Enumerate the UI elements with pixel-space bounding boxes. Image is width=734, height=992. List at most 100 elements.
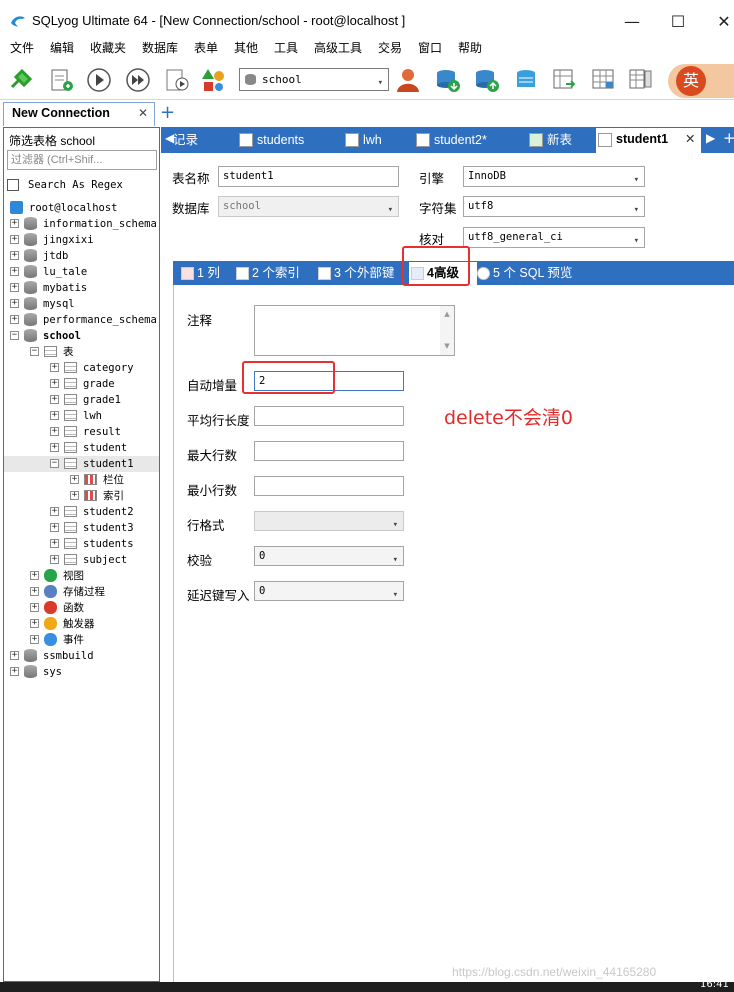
expand-icon[interactable]: + <box>10 315 19 324</box>
minimize-button[interactable]: — <box>612 8 652 36</box>
expand-icon[interactable]: + <box>30 603 39 612</box>
database-field[interactable]: school ▾ <box>218 196 399 217</box>
tree-database[interactable]: + information_schema <box>4 216 159 232</box>
tree-folder[interactable]: + 存储过程 <box>4 584 159 600</box>
add-tab-icon[interactable]: + <box>723 129 734 147</box>
schema-sync-icon[interactable] <box>628 67 654 93</box>
tree-database[interactable]: + mysql <box>4 296 159 312</box>
delay-key-write-select[interactable]: 0 ▾ <box>254 581 404 601</box>
expand-icon[interactable]: + <box>50 507 59 516</box>
expand-icon[interactable]: + <box>50 539 59 548</box>
execute-all-icon[interactable] <box>125 67 151 93</box>
tree-folder[interactable]: + 函数 <box>4 600 159 616</box>
import-data-icon[interactable] <box>552 67 578 93</box>
expand-icon[interactable]: + <box>50 363 59 372</box>
expand-icon[interactable]: + <box>50 427 59 436</box>
backup-database-icon[interactable] <box>435 67 461 93</box>
engine-select[interactable]: InnoDB ▾ <box>463 166 645 187</box>
connection-tab-close-icon[interactable]: ✕ <box>138 106 148 120</box>
tree-table[interactable]: + category <box>4 360 159 376</box>
avg-row-length-input[interactable] <box>254 406 404 426</box>
tree-table[interactable]: + student3 <box>4 520 159 536</box>
tree-root-connection[interactable]: root@localhost <box>4 200 159 216</box>
comment-scrollbar[interactable]: ▲ ▼ <box>440 306 454 355</box>
data-grid-icon[interactable] <box>591 67 617 93</box>
tab-students[interactable]: students <box>237 129 304 151</box>
tab-student2[interactable]: student2* <box>414 129 487 151</box>
maximize-button[interactable]: ☐ <box>658 8 698 36</box>
database-select[interactable]: school ▾ <box>239 68 389 91</box>
new-connection-icon[interactable] <box>8 67 34 93</box>
close-button[interactable]: ✕ <box>704 8 734 36</box>
collapse-icon[interactable]: − <box>30 347 39 356</box>
tab-lwh[interactable]: lwh <box>343 129 382 151</box>
expand-icon[interactable]: + <box>10 299 19 308</box>
expand-icon[interactable]: + <box>50 523 59 532</box>
collapse-icon[interactable]: − <box>10 331 19 340</box>
tab-foreign-keys[interactable]: 3 个外部键 <box>316 261 394 285</box>
tree-table[interactable]: + students <box>4 536 159 552</box>
tab-indexes[interactable]: 2 个索引 <box>234 261 300 285</box>
schema-designer-icon[interactable] <box>200 67 226 93</box>
tree-table-child[interactable]: + 索引 <box>4 488 159 504</box>
expand-icon[interactable]: + <box>50 443 59 452</box>
tree-table[interactable]: + grade <box>4 376 159 392</box>
tab-columns[interactable]: 1 列 <box>179 261 220 285</box>
tab-sql-preview[interactable]: 5 个 SQL 预览 <box>475 261 572 285</box>
menu-help[interactable]: 帮助 <box>458 40 482 56</box>
menu-transaction[interactable]: 交易 <box>378 40 402 56</box>
comment-textarea[interactable]: ▲ ▼ <box>254 305 455 356</box>
tree-table[interactable]: + subject <box>4 552 159 568</box>
tree-table[interactable]: + result <box>4 424 159 440</box>
expand-icon[interactable]: + <box>10 235 19 244</box>
menu-other[interactable]: 其他 <box>234 40 258 56</box>
tree-database[interactable]: + mybatis <box>4 280 159 296</box>
max-rows-input[interactable] <box>254 441 404 461</box>
expand-icon[interactable]: + <box>10 267 19 276</box>
tab-new-table[interactable]: 新表 <box>527 129 572 151</box>
menu-tools[interactable]: 工具 <box>274 40 298 56</box>
expand-icon[interactable]: + <box>10 219 19 228</box>
expand-icon[interactable]: + <box>70 491 79 500</box>
tree-table[interactable]: + student <box>4 440 159 456</box>
restore-database-icon[interactable] <box>474 67 500 93</box>
tree-database-school[interactable]: − school <box>4 328 159 344</box>
menu-database[interactable]: 数据库 <box>142 40 178 56</box>
collation-select[interactable]: utf8_general_ci ▾ <box>463 227 645 248</box>
add-connection-icon[interactable]: + <box>160 102 175 123</box>
sync-database-icon[interactable] <box>513 67 539 93</box>
expand-icon[interactable]: + <box>50 555 59 564</box>
menu-advanced-tools[interactable]: 高级工具 <box>314 40 362 56</box>
new-query-icon[interactable] <box>48 67 74 93</box>
tree-folder[interactable]: + 触发器 <box>4 616 159 632</box>
tree-tables-folder[interactable]: − 表 <box>4 344 159 360</box>
expand-icon[interactable]: + <box>10 251 19 260</box>
tree-database[interactable]: + ssmbuild <box>4 648 159 664</box>
expand-icon[interactable]: + <box>70 475 79 484</box>
connection-tab[interactable]: New Connection ✕ <box>3 102 155 126</box>
menu-edit[interactable]: 编辑 <box>50 40 74 56</box>
charset-select[interactable]: utf8 ▾ <box>463 196 645 217</box>
tab-scroll-right-icon[interactable]: ▶ <box>706 131 715 145</box>
expand-icon[interactable]: + <box>30 635 39 644</box>
menu-favorites[interactable]: 收藏夹 <box>90 40 126 56</box>
expand-icon[interactable]: + <box>10 667 19 676</box>
min-rows-input[interactable] <box>254 476 404 496</box>
tree-table-child[interactable]: + 栏位 <box>4 472 159 488</box>
tree-table[interactable]: + grade1 <box>4 392 159 408</box>
tree-database[interactable]: + sys <box>4 664 159 680</box>
tree-database[interactable]: + jingxixi <box>4 232 159 248</box>
tree-table[interactable]: + student2 <box>4 504 159 520</box>
tree-table[interactable]: + lwh <box>4 408 159 424</box>
tab-close-icon[interactable]: ✕ <box>685 128 695 150</box>
tree-folder[interactable]: + 事件 <box>4 632 159 648</box>
menu-window[interactable]: 窗口 <box>418 40 442 56</box>
tab-records[interactable]: 记录 <box>173 129 198 151</box>
collapse-icon[interactable]: − <box>50 459 59 468</box>
tab-student1[interactable]: student1 ✕ <box>596 128 701 153</box>
tree-database[interactable]: + jtdb <box>4 248 159 264</box>
checksum-select[interactable]: 0 ▾ <box>254 546 404 566</box>
tree-database[interactable]: + performance_schema <box>4 312 159 328</box>
table-name-input[interactable]: student1 <box>218 166 399 187</box>
expand-icon[interactable]: + <box>30 571 39 580</box>
